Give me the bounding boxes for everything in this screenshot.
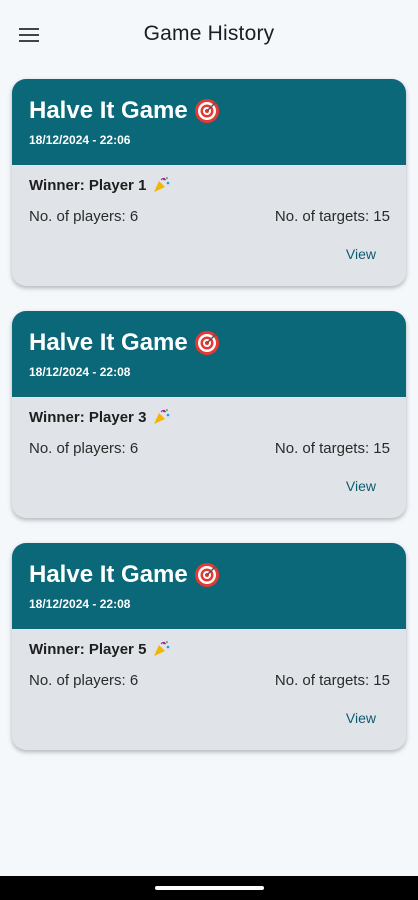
targets-count: No. of targets: 15 (274, 208, 390, 225)
view-button[interactable]: View (346, 246, 376, 262)
winner-label: Winner: Player 5 (29, 640, 170, 658)
targets-count: No. of targets: 15 (274, 672, 390, 689)
game-title-text: Halve It Game (29, 561, 188, 588)
game-title: Halve It Game (29, 329, 220, 357)
game-card: Halve It Game 18/12/2024 - 22:08 Winner:… (12, 311, 406, 518)
players-count: No. of players: 6 (29, 208, 139, 225)
game-card-body: Winner: Player 3 No. of players: 6 No. o… (12, 397, 406, 518)
game-card: Halve It Game 18/12/2024 - 22:08 Winner:… (12, 543, 406, 750)
game-card-body: Winner: Player 1 No. of players: 6 No. o… (12, 165, 406, 286)
game-title-text: Halve It Game (29, 329, 188, 356)
game-date: 18/12/2024 - 22:06 (29, 133, 131, 147)
winner-label: Winner: Player 3 (29, 408, 170, 426)
app-bar: Game History (0, 0, 418, 70)
view-button[interactable]: View (346, 478, 376, 494)
game-title-text: Halve It Game (29, 97, 188, 124)
winner-text: Winner: Player 3 (29, 408, 147, 426)
game-card-header: Halve It Game 18/12/2024 - 22:08 (12, 543, 406, 629)
game-card-header: Halve It Game 18/12/2024 - 22:06 (12, 79, 406, 165)
game-title: Halve It Game (29, 97, 220, 125)
target-icon (194, 563, 219, 587)
home-indicator[interactable] (155, 886, 264, 890)
players-count: No. of players: 6 (29, 672, 139, 689)
game-card-header: Halve It Game 18/12/2024 - 22:08 (12, 311, 406, 397)
winner-text: Winner: Player 5 (29, 640, 147, 658)
system-navigation-bar (0, 876, 418, 900)
party-popper-icon (154, 177, 170, 192)
party-popper-icon (154, 409, 170, 424)
targets-count: No. of targets: 15 (274, 440, 390, 457)
page-title: Game History (143, 22, 275, 45)
game-date: 18/12/2024 - 22:08 (29, 365, 131, 379)
winner-label: Winner: Player 1 (29, 176, 170, 194)
target-icon (194, 99, 219, 123)
game-card-body: Winner: Player 5 No. of players: 6 No. o… (12, 629, 406, 750)
game-title: Halve It Game (29, 561, 220, 589)
game-card: Halve It Game 18/12/2024 - 22:06 Winner:… (12, 79, 406, 286)
view-button[interactable]: View (346, 710, 376, 726)
game-date: 18/12/2024 - 22:08 (29, 597, 131, 611)
party-popper-icon (154, 641, 170, 656)
winner-text: Winner: Player 1 (29, 176, 147, 194)
target-icon (194, 331, 219, 355)
players-count: No. of players: 6 (29, 440, 139, 457)
